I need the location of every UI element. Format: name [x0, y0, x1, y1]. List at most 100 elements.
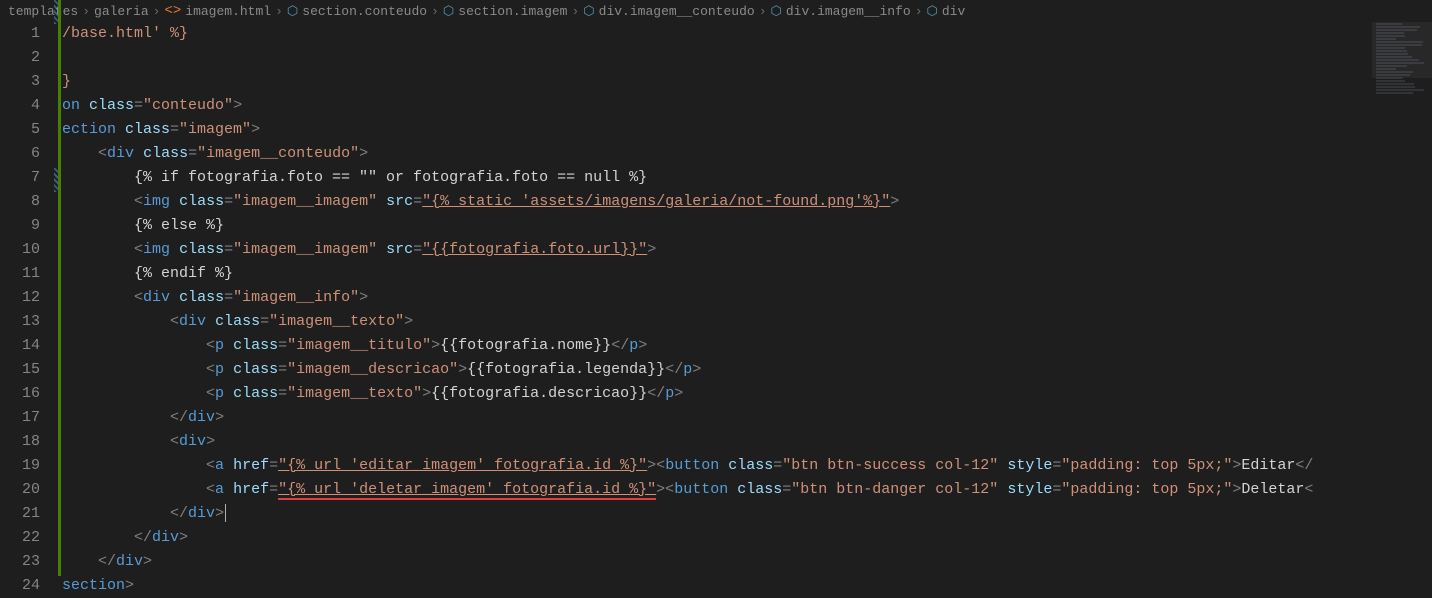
attr-token: href: [233, 457, 269, 474]
string-token: "{% url 'deletar_imagem' fotografia.id %…: [278, 481, 656, 500]
breadcrumb-item[interactable]: div: [942, 4, 965, 19]
string-token: "conteudo": [143, 97, 233, 114]
line-number: 6: [0, 142, 40, 166]
breadcrumb-item[interactable]: div.imagem__conteudo: [599, 4, 755, 19]
attr-token: src: [386, 241, 413, 258]
string-token: "imagem__texto": [287, 385, 422, 402]
line-number: 13: [0, 310, 40, 334]
string-token: "imagem__descricao": [287, 361, 458, 378]
minimap[interactable]: [1372, 22, 1432, 582]
tag-token: div: [179, 313, 206, 330]
breadcrumb-item[interactable]: section.imagem: [458, 4, 567, 19]
attr-token: class: [215, 313, 260, 330]
code-line[interactable]: </div>: [62, 502, 1432, 526]
attr-token: class: [233, 361, 278, 378]
code-line[interactable]: <p class="imagem__texto">{{fotografia.de…: [62, 382, 1432, 406]
line-number: 18: [0, 430, 40, 454]
code-text: {{fotografia.legenda}}: [467, 361, 665, 378]
tag-token: p: [215, 385, 224, 402]
code-line[interactable]: {% endif %}: [62, 262, 1432, 286]
code-line[interactable]: <img class="imagem__imagem" src="{% stat…: [62, 190, 1432, 214]
line-number-gutter: 123456789101112131415161718192021222324: [0, 22, 58, 582]
tag-token: button: [674, 481, 728, 498]
breadcrumb-item[interactable]: div.imagem__info: [786, 4, 911, 19]
line-number: 17: [0, 406, 40, 430]
line-number: 5: [0, 118, 40, 142]
breadcrumb-item[interactable]: imagem.html: [185, 4, 271, 19]
code-line[interactable]: ection class="imagem">: [62, 118, 1432, 142]
tag-token: a: [215, 481, 224, 498]
code-line[interactable]: <p class="imagem__descricao">{{fotografi…: [62, 358, 1432, 382]
code-line[interactable]: /base.html' %}: [62, 22, 1432, 46]
line-number: 9: [0, 214, 40, 238]
attr-token: class: [125, 121, 170, 138]
code-line[interactable]: <a href="{% url 'deletar_imagem' fotogra…: [62, 478, 1432, 502]
tag-token: div: [143, 289, 170, 306]
attr-token: style: [1007, 481, 1052, 498]
code-text: }: [62, 73, 71, 90]
code-line[interactable]: <img class="imagem__imagem" src="{{fotog…: [62, 238, 1432, 262]
code-line[interactable]: {% else %}: [62, 214, 1432, 238]
tag-token: div: [107, 145, 134, 162]
tag-token: img: [143, 193, 170, 210]
tag-token: div: [179, 433, 206, 450]
chevron-right-icon: ›: [571, 4, 579, 19]
line-number: 4: [0, 94, 40, 118]
attr-token: style: [1007, 457, 1052, 474]
code-line[interactable]: section>: [62, 574, 1432, 598]
attr-token: class: [179, 193, 224, 210]
tag-token: a: [215, 457, 224, 474]
cube-icon: ⬡: [927, 4, 938, 19]
code-line[interactable]: <div class="imagem__info">: [62, 286, 1432, 310]
code-area[interactable]: /base.html' %} } on class="conteudo"> ec…: [58, 22, 1432, 582]
line-number: 1: [0, 22, 40, 46]
text-cursor: [225, 504, 226, 522]
code-text: {{fotografia.descricao}}: [431, 385, 647, 402]
minimap-viewport[interactable]: [1372, 22, 1432, 78]
cube-icon: ⬡: [287, 4, 298, 19]
attr-token: src: [386, 193, 413, 210]
code-line[interactable]: [62, 46, 1432, 70]
attr-token: href: [233, 481, 269, 498]
breadcrumb-item[interactable]: templates: [8, 4, 78, 19]
string-token: "imagem__conteudo": [197, 145, 359, 162]
code-line[interactable]: {% if fotografia.foto == "" or fotografi…: [62, 166, 1432, 190]
tag-token: div: [188, 505, 215, 522]
code-text: {% endif %}: [134, 265, 233, 282]
line-number: 22: [0, 526, 40, 550]
line-number: 14: [0, 334, 40, 358]
code-line[interactable]: <a href="{% url 'editar_imagem' fotograf…: [62, 454, 1432, 478]
line-number: 12: [0, 286, 40, 310]
code-text: Deletar: [1241, 481, 1304, 498]
string-token: "padding: top 5px;": [1061, 481, 1232, 498]
breadcrumb-item[interactable]: galeria: [94, 4, 149, 19]
code-line[interactable]: <div class="imagem__texto">: [62, 310, 1432, 334]
line-number: 19: [0, 454, 40, 478]
chevron-right-icon: ›: [915, 4, 923, 19]
code-line[interactable]: <p class="imagem__titulo">{{fotografia.n…: [62, 334, 1432, 358]
code-line[interactable]: <div class="imagem__conteudo">: [62, 142, 1432, 166]
code-line[interactable]: </div>: [62, 550, 1432, 574]
cube-icon: ⬡: [443, 4, 454, 19]
line-number: 10: [0, 238, 40, 262]
code-line[interactable]: on class="conteudo">: [62, 94, 1432, 118]
attr-token: class: [179, 289, 224, 306]
attr-token: class: [728, 457, 773, 474]
string-token: "btn btn-success col-12": [782, 457, 998, 474]
code-line[interactable]: }: [62, 70, 1432, 94]
chevron-right-icon: ›: [759, 4, 767, 19]
code-line[interactable]: </div>: [62, 526, 1432, 550]
line-number: 3: [0, 70, 40, 94]
code-line[interactable]: </div>: [62, 406, 1432, 430]
breadcrumb-item[interactable]: section.conteudo: [302, 4, 427, 19]
gutter-mark: [54, 0, 58, 24]
line-number: 8: [0, 190, 40, 214]
attr-token: class: [737, 481, 782, 498]
string-token: "btn btn-danger col-12": [791, 481, 998, 498]
code-editor[interactable]: 123456789101112131415161718192021222324 …: [0, 22, 1432, 582]
code-line[interactable]: <div>: [62, 430, 1432, 454]
tag-token: img: [143, 241, 170, 258]
string-token: "imagem__imagem": [233, 241, 377, 258]
tag-token: div: [152, 529, 179, 546]
tag-token: div: [188, 409, 215, 426]
